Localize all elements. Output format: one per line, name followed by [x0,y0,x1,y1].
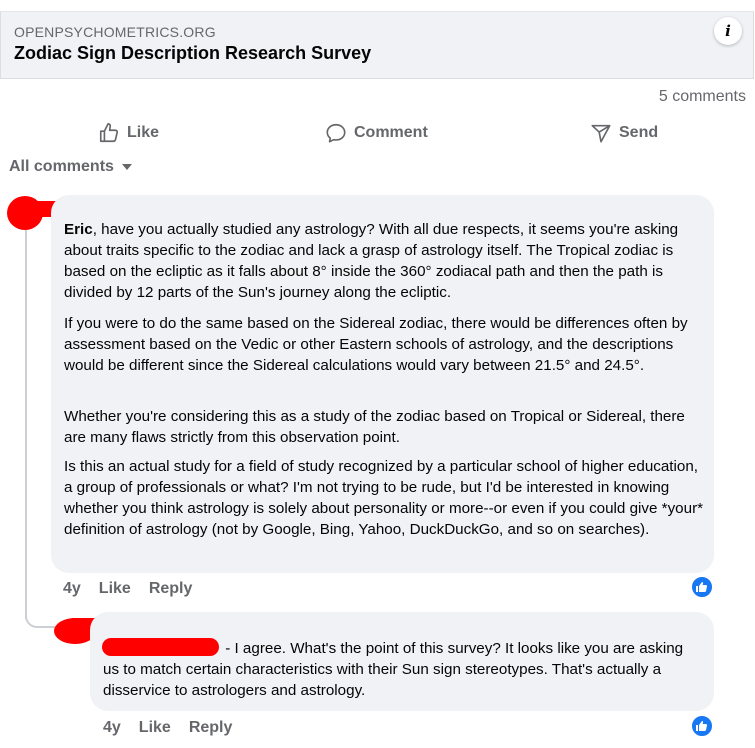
reply-age[interactable]: 4y [103,719,121,737]
reply-reply-button[interactable]: Reply [189,719,233,737]
comment-age[interactable]: 4y [63,580,81,598]
comment-paragraph: Whether you're considering this as a stu… [64,408,685,446]
link-preview-card[interactable]: OPENPSYCHOMETRICS.ORG Zodiac Sign Descri… [0,11,754,79]
reply-like-button[interactable]: Like [139,719,171,737]
comment-like-button[interactable]: Like [99,580,131,598]
thread-connector [25,600,55,628]
thumbs-up-icon [99,123,119,143]
comment-filter-label: All comments [9,158,114,175]
send-icon [591,124,611,143]
caret-down-icon [121,164,132,170]
comment-paragraph: Is this an actual study for a field of s… [64,458,704,538]
like-reaction-icon[interactable] [690,714,714,738]
comment-bubble: Eric, have you actually studied any astr… [51,195,714,573]
comment-actions: 4y Like Reply [63,580,192,598]
comment-label: Comment [354,124,428,141]
thread-line [25,215,27,619]
comment-paragraph: If you were to do the same based on the … [64,315,688,374]
link-title[interactable]: Zodiac Sign Description Research Survey [14,43,371,64]
like-button[interactable]: Like [98,120,159,146]
link-domain: OPENPSYCHOMETRICS.ORG [14,24,216,40]
comment-filter[interactable]: All comments [9,158,132,176]
reply-bubble: - I agree. What's the point of this surv… [90,612,714,711]
comment-count[interactable]: 5 comments [659,88,746,106]
like-label: Like [127,124,160,141]
send-label: Send [619,124,659,141]
comment-reply-button[interactable]: Reply [149,580,193,598]
reply-actions: 4y Like Reply [103,719,232,737]
mention-link[interactable]: Eric [64,221,93,238]
comment-button[interactable]: Comment [325,120,428,146]
comment-icon [326,123,346,143]
reply-text: - I agree. What's the point of this surv… [103,640,684,699]
like-reaction-icon[interactable] [690,575,714,599]
comment-paragraph: Eric, have you actually studied any astr… [64,221,679,301]
send-button[interactable]: Send [590,120,658,146]
info-icon[interactable]: i [714,17,742,45]
